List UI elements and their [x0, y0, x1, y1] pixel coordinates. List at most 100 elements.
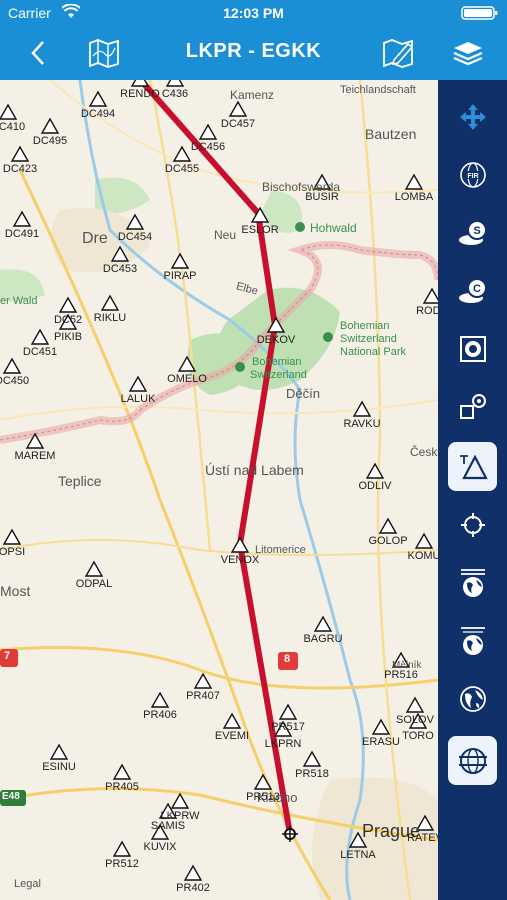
place-label: Děčín [286, 386, 320, 401]
place-label: Teplice [58, 473, 102, 489]
navigation-bar: LKPR - EGKK [0, 26, 507, 80]
waypoint-marker[interactable] [112, 840, 132, 857]
waypoint-label: PR513 [246, 791, 280, 803]
waypoint-marker[interactable] [170, 252, 190, 269]
waypoint-marker[interactable] [278, 703, 298, 720]
park-label: National Park [340, 346, 407, 358]
park-label: Bohemian [252, 356, 302, 368]
waypoint-marker[interactable] [2, 528, 22, 545]
waypoint-marker[interactable] [414, 532, 434, 549]
waypoint-marker[interactable] [165, 80, 185, 87]
place-label: Dre [82, 230, 108, 247]
place-label: Bautzen [365, 126, 417, 142]
waypoint-marker[interactable] [49, 743, 69, 760]
waypoint-label: DC410 [0, 121, 26, 133]
waypoint-marker[interactable] [405, 696, 425, 713]
waypoint-label: KUVIX [143, 841, 177, 853]
waypoints-button[interactable] [448, 442, 497, 491]
waypoint-label: DC451 [22, 346, 58, 358]
waypoint-marker[interactable] [88, 90, 108, 107]
place-label: Ústí nad Labem [205, 462, 304, 478]
page-title: LKPR - EGKK [185, 40, 322, 62]
lower-airspace-button[interactable] [448, 616, 497, 665]
waypoint-marker[interactable] [422, 287, 438, 304]
waypoint-label: PIKIB [53, 331, 83, 343]
waypoint-label: DC456 [190, 141, 226, 153]
waypoint-label: OMELO [167, 373, 207, 385]
route-line [142, 82, 293, 837]
waypoint-marker[interactable] [150, 691, 170, 708]
waypoint-label: PR518 [295, 768, 329, 780]
c-airport-button[interactable]: C [448, 266, 497, 315]
waypoint-marker[interactable] [404, 173, 424, 190]
waypoint-marker[interactable] [100, 294, 120, 311]
waypoint-marker[interactable] [12, 210, 32, 227]
waypoint-marker[interactable] [228, 100, 248, 117]
place-label: Most [0, 583, 31, 599]
waypoint-marker[interactable] [112, 763, 132, 780]
waypoint-label: DC423 [2, 163, 38, 175]
waypoint-marker[interactable] [128, 375, 148, 392]
map-view[interactable]: Kamenz Teichlandschaft Bautzen Bischofsw… [0, 80, 438, 900]
waypoint-label: DC494 [80, 108, 116, 120]
waypoint-label: DEKOV [256, 334, 296, 346]
status-bar: Carrier 12:03 PM [0, 0, 507, 26]
legal-link[interactable]: Legal [14, 878, 41, 890]
crosshair-button[interactable] [448, 500, 497, 549]
waypoint-marker[interactable] [222, 712, 242, 729]
park-label: Bohemian [340, 320, 390, 332]
waypoint-marker[interactable] [0, 103, 18, 120]
waypoint-label: KOMU [407, 550, 439, 562]
move-map-button[interactable] [448, 92, 497, 141]
waypoint-label: VENOX [220, 554, 260, 566]
waypoint-label: GOLOP [368, 535, 408, 547]
waypoint-marker[interactable] [130, 80, 150, 87]
waypoint-triangle-icon [459, 454, 488, 479]
waypoint-label: PR407 [186, 690, 220, 702]
waypoint-marker[interactable] [40, 117, 60, 134]
waypoint-marker[interactable] [183, 864, 203, 881]
place-label: Litomerice [255, 544, 306, 556]
waypoint-marker[interactable] [313, 615, 333, 632]
waypoint-marker[interactable] [58, 296, 78, 313]
waypoint-marker[interactable] [2, 357, 22, 374]
vor-button[interactable] [448, 324, 497, 373]
waypoint-marker[interactable] [198, 123, 218, 140]
waypoint-marker[interactable] [378, 517, 398, 534]
waypoint-marker[interactable] [170, 792, 190, 809]
terrain-globe-button[interactable] [448, 674, 497, 723]
place-label: Neu [214, 228, 237, 242]
waypoint-marker[interactable] [302, 750, 322, 767]
waypoint-label: PR402 [176, 882, 210, 894]
waypoint-marker[interactable] [84, 560, 104, 577]
route-globe-icon [458, 747, 487, 774]
waypoint-marker[interactable] [10, 145, 30, 162]
waypoint-label: ERASU [362, 736, 400, 748]
ndb-icon [459, 393, 486, 419]
edit-route-button[interactable] [381, 36, 417, 70]
ndb-button[interactable] [448, 382, 497, 431]
upper-airspace-button[interactable] [448, 558, 497, 607]
waypoint-label: LKPRN [264, 738, 302, 750]
layers-button[interactable] [450, 36, 486, 70]
waypoint-label: RENDO [120, 88, 160, 100]
park-label: Switzerland [250, 369, 307, 381]
route-globe-button[interactable] [448, 736, 497, 785]
waypoint-label: SAMIS [150, 820, 186, 832]
clock: 12:03 PM [223, 5, 284, 21]
waypoint-marker[interactable] [230, 536, 250, 553]
waypoint-label: RAVKU [343, 418, 381, 430]
waypoint-label: ODPAL [75, 578, 113, 590]
svg-text:C: C [473, 283, 481, 295]
waypoint-marker[interactable] [172, 145, 192, 162]
waypoint-marker[interactable] [193, 672, 213, 689]
waypoint-marker[interactable] [371, 718, 391, 735]
waypoint-label: LALUK [120, 393, 156, 405]
road-number: E48 [2, 791, 20, 802]
waypoint-marker[interactable] [365, 462, 385, 479]
s-airport-button[interactable]: S [448, 208, 497, 257]
place-label: Česk [410, 445, 438, 459]
move-icon [459, 103, 486, 130]
fir-button[interactable]: FIR [448, 150, 497, 199]
waypoint-marker[interactable] [30, 328, 50, 345]
